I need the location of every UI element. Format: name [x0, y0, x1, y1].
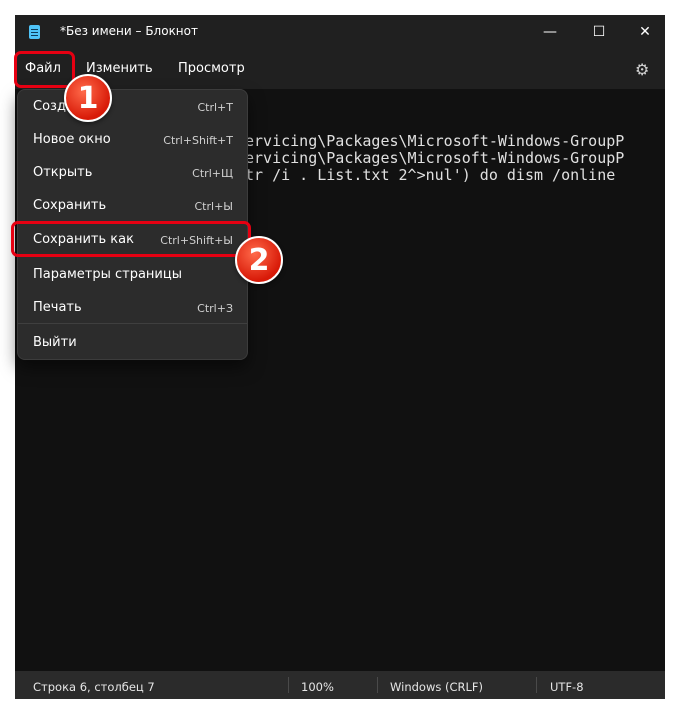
menu-item-shortcut: Ctrl+З: [197, 302, 233, 315]
close-button[interactable]: ✕: [622, 15, 665, 48]
menu-item-shortcut: Ctrl+Shift+T: [163, 134, 233, 147]
title-bar: *Без имени – Блокнот — ☐ ✕: [15, 15, 665, 48]
status-bar: Строка 6, столбец 7 100% Windows (CRLF) …: [15, 671, 665, 699]
menu-item-open[interactable]: Открыть Ctrl+Щ: [18, 158, 247, 188]
menu-edit[interactable]: Изменить: [86, 61, 153, 76]
menu-item-label: Выйти: [33, 335, 77, 350]
menu-item-shortcut: Ctrl+T: [197, 101, 233, 114]
maximize-button[interactable]: ☐: [576, 15, 622, 48]
minimize-button[interactable]: —: [527, 15, 573, 48]
notepad-app-icon: [29, 25, 40, 39]
menu-item-print[interactable]: Печать Ctrl+З: [18, 293, 247, 323]
editor-line: ervicing\Packages\Microsoft-Windows-Grou…: [245, 132, 625, 150]
file-menu-highlight: [14, 51, 75, 88]
editor-line: ervicing\Packages\Microsoft-Windows-Grou…: [245, 149, 625, 167]
menu-item-exit[interactable]: Выйти: [18, 328, 247, 358]
editor-text: ervicing\Packages\Microsoft-Windows-Grou…: [245, 133, 624, 184]
menu-item-new[interactable]: Созда Ctrl+T: [18, 92, 247, 122]
editor-line: tr /i . List.txt 2^>nul') do dism /onlin…: [245, 166, 616, 184]
step-1-badge: 1: [64, 74, 112, 122]
menu-item-label: Открыть: [33, 165, 93, 180]
menu-item-label: Новое окно: [33, 132, 111, 147]
menu-divider: [18, 323, 247, 324]
status-divider: [536, 677, 537, 693]
window-title: *Без имени – Блокнот: [60, 24, 198, 38]
menu-item-shortcut: Ctrl+Щ: [192, 167, 233, 180]
zoom-level: 100%: [301, 680, 334, 694]
status-divider: [288, 677, 289, 693]
gear-icon[interactable]: ⚙: [635, 60, 649, 79]
line-ending: Windows (CRLF): [390, 680, 484, 694]
encoding: UTF-8: [550, 680, 584, 694]
menu-bar: Файл Изменить Просмотр ⚙: [15, 53, 665, 89]
cursor-position: Строка 6, столбец 7: [33, 680, 155, 694]
menu-item-label: Параметры страницы: [33, 267, 182, 282]
status-divider: [377, 677, 378, 693]
menu-item-page-setup[interactable]: Параметры страницы: [18, 260, 247, 290]
menu-item-label: Сохранить: [33, 198, 107, 213]
menu-item-save[interactable]: Сохранить Ctrl+Ы: [18, 191, 247, 221]
menu-item-new-window[interactable]: Новое окно Ctrl+Shift+T: [18, 125, 247, 155]
menu-item-shortcut: Ctrl+Ы: [194, 200, 234, 213]
save-as-highlight: [11, 221, 251, 257]
menu-item-label: Печать: [33, 300, 82, 315]
menu-view[interactable]: Просмотр: [178, 61, 245, 76]
step-2-badge: 2: [235, 236, 283, 284]
